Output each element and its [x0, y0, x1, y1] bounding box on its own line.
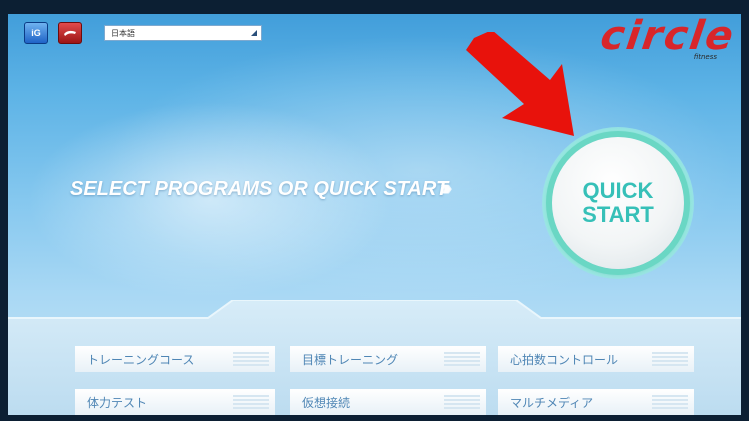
program-stripes	[233, 352, 269, 366]
program-label: 体力テスト	[87, 395, 148, 410]
program-panel: トレーニングコース 目標トレーニング 心拍数コントロール 体力テスト 仮想接続 …	[8, 300, 741, 415]
app-screen: iG 日本語 circle fitness SELECT PROGRAMS OR…	[0, 0, 749, 421]
program-stripes	[652, 352, 688, 366]
app-red-icon[interactable]	[58, 22, 82, 44]
chevrons-icon: ›››››	[440, 175, 452, 200]
program-label: 心拍数コントロール	[510, 352, 619, 367]
language-select[interactable]: 日本語	[104, 25, 262, 41]
left-frame	[0, 0, 8, 421]
program-stripes	[652, 395, 688, 409]
program-label: トレーニングコース	[87, 352, 195, 367]
app-blue-icon[interactable]: iG	[24, 22, 48, 44]
program-target-training[interactable]: 目標トレーニング	[290, 346, 486, 372]
app-red-icon-glyph	[64, 30, 76, 36]
program-stripes	[444, 395, 480, 409]
program-multimedia[interactable]: マルチメディア	[498, 389, 694, 415]
red-arrow-icon	[466, 32, 574, 136]
program-fitness-test[interactable]: 体力テスト	[75, 389, 275, 415]
bottom-frame	[0, 415, 749, 421]
top-frame	[0, 0, 749, 14]
program-heart-rate-control[interactable]: 心拍数コントロール	[498, 346, 694, 372]
program-stripes	[444, 352, 480, 366]
quick-start-button[interactable]: QUICK START	[552, 137, 684, 269]
program-stripes	[233, 395, 269, 409]
page-headline: SELECT PROGRAMS OR QUICK START	[70, 178, 449, 200]
quick-start-label-2: START	[582, 202, 654, 227]
app-blue-icon-glyph: iG	[31, 28, 41, 38]
program-training-course[interactable]: トレーニングコース	[75, 346, 275, 372]
program-virtual-connection[interactable]: 仮想接続	[290, 389, 486, 415]
program-label: 仮想接続	[302, 395, 351, 410]
right-frame	[741, 0, 749, 421]
program-label: 目標トレーニング	[302, 352, 399, 367]
dropdown-arrow-icon	[251, 30, 257, 36]
quick-start-label-1: QUICK	[582, 178, 654, 203]
program-label: マルチメディア	[510, 395, 594, 410]
brand-logo: circle fitness	[598, 13, 739, 61]
language-select-value: 日本語	[111, 28, 135, 38]
brand-name: circle	[598, 13, 739, 59]
